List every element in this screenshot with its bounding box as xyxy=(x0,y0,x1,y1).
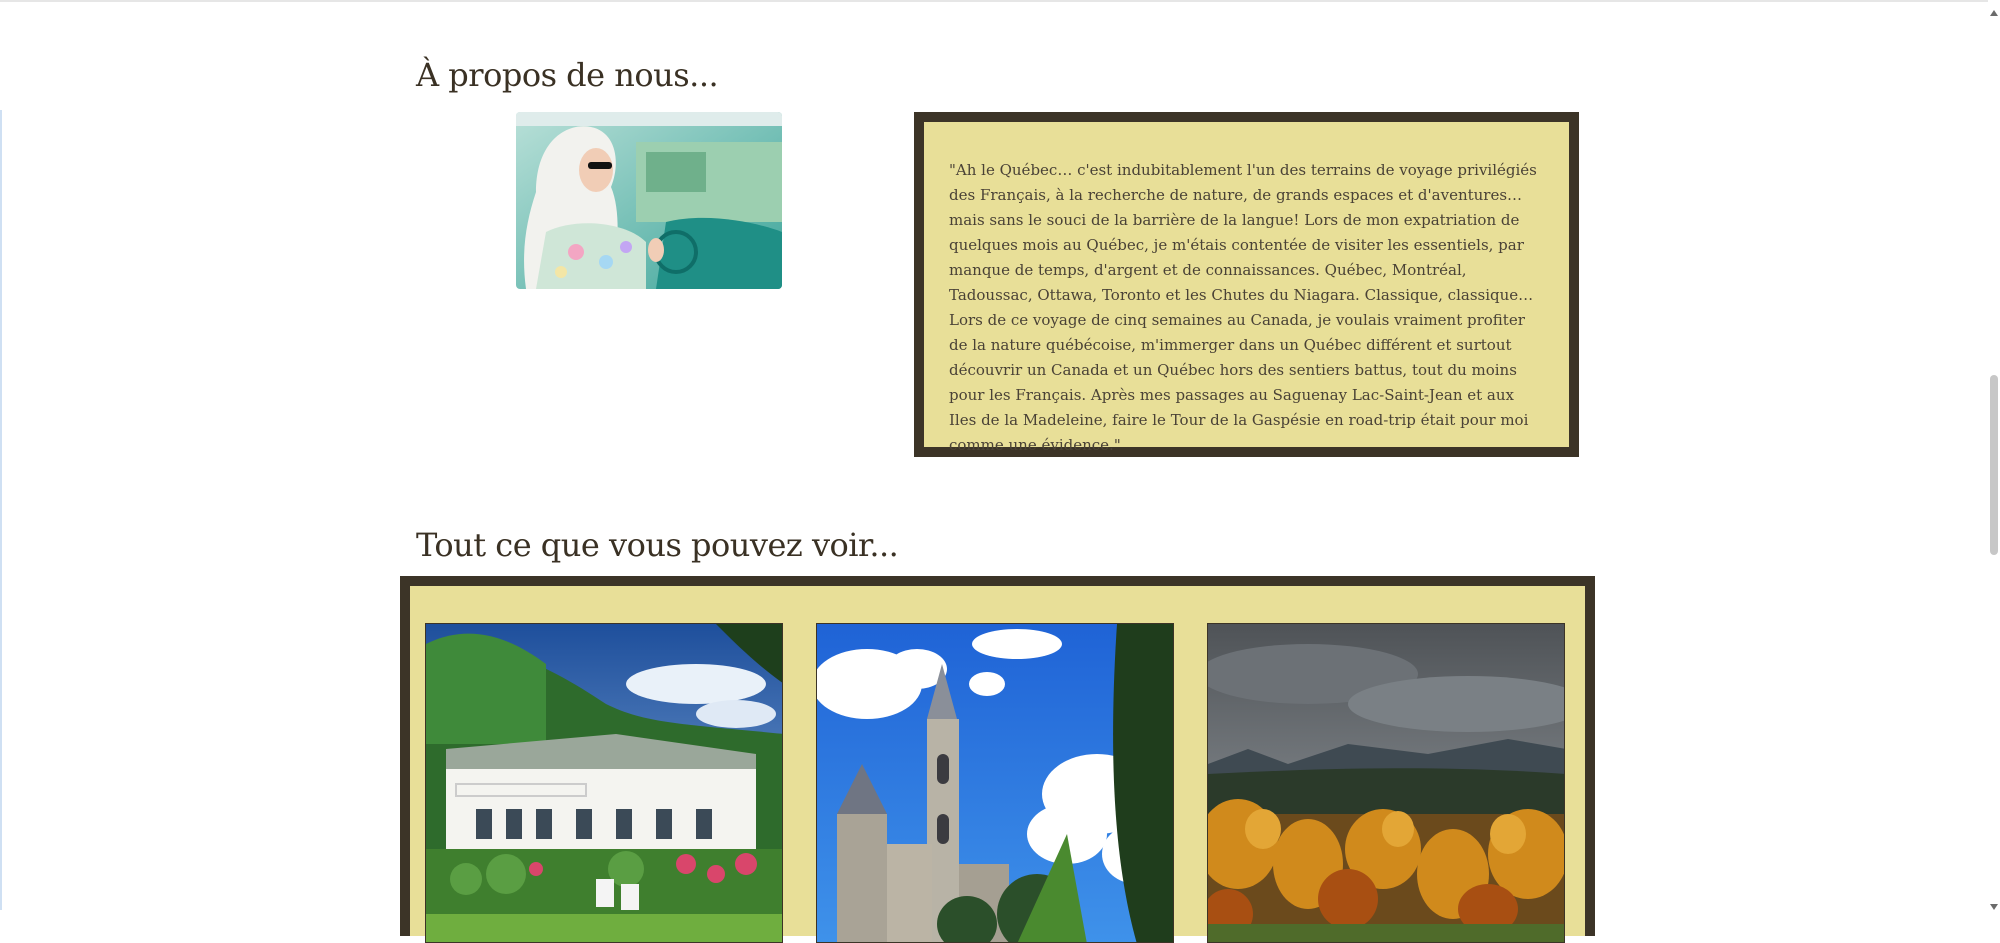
about-portrait-image xyxy=(516,112,782,289)
vertical-scrollbar[interactable] xyxy=(1988,0,2000,920)
about-quote-box: "Ah le Québec… c'est indubitablement l'u… xyxy=(914,112,1579,457)
scroll-thumb[interactable] xyxy=(1990,375,1998,555)
scroll-down-icon[interactable] xyxy=(1990,904,1998,910)
left-edge xyxy=(0,110,2,910)
gallery-section-title: Tout ce que vous pouvez voir... xyxy=(416,526,899,564)
gallery-image-abbey[interactable] xyxy=(816,623,1174,943)
top-divider xyxy=(0,0,2000,2)
scroll-up-icon[interactable] xyxy=(1990,10,1998,16)
gallery-frame xyxy=(400,576,1595,943)
about-quote-text: "Ah le Québec… c'est indubitablement l'u… xyxy=(949,161,1537,454)
gallery-image-orchard[interactable] xyxy=(1207,623,1565,943)
about-section-title: À propos de nous... xyxy=(416,56,719,94)
gallery-image-house[interactable] xyxy=(425,623,783,943)
